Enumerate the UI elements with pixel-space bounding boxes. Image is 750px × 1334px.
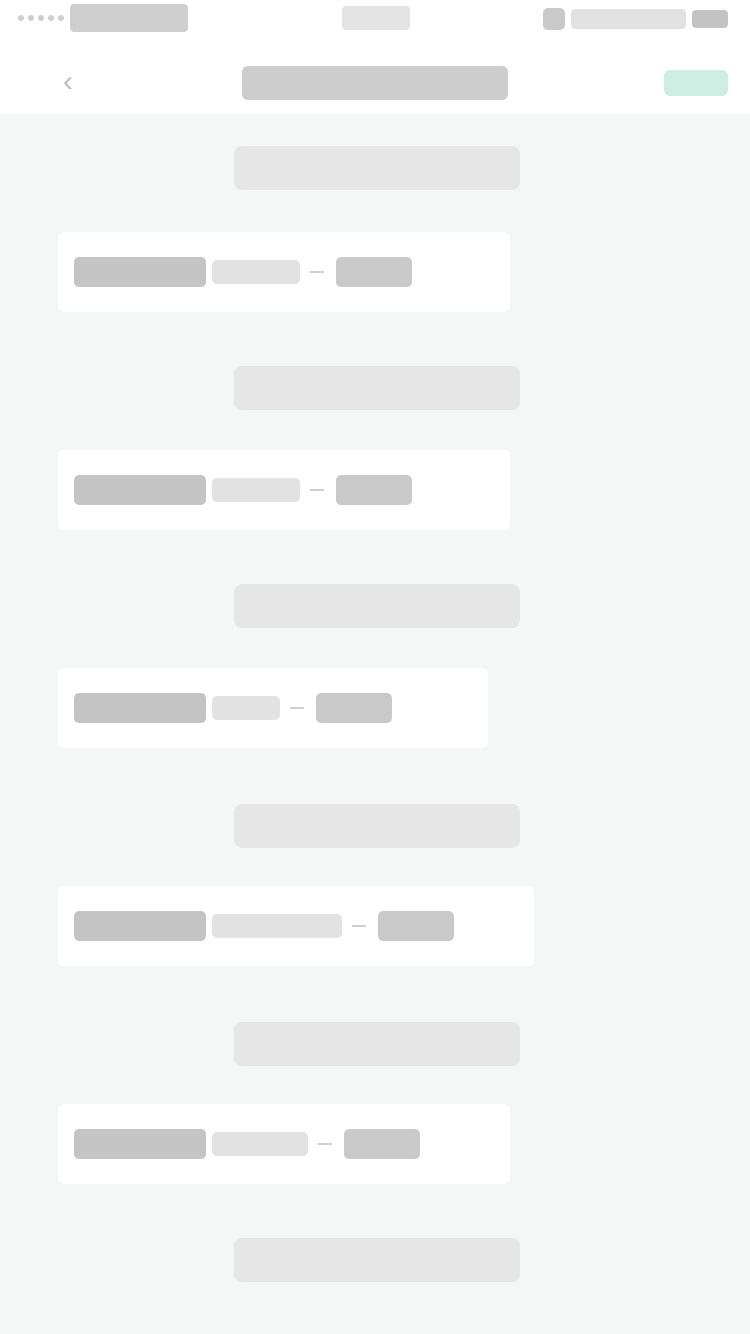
order-amount bbox=[336, 475, 412, 505]
order-code bbox=[74, 1129, 206, 1159]
order-code bbox=[74, 257, 206, 287]
separator bbox=[310, 489, 324, 491]
separator bbox=[318, 1143, 332, 1145]
nav-action-button[interactable] bbox=[664, 70, 728, 96]
timestamp-pill bbox=[234, 804, 520, 848]
order-type bbox=[212, 914, 342, 938]
status-bar bbox=[0, 0, 750, 40]
order-amount bbox=[316, 693, 392, 723]
timestamp-pill bbox=[234, 1022, 520, 1066]
list-item[interactable] bbox=[58, 232, 510, 312]
order-type bbox=[212, 1132, 308, 1156]
separator bbox=[352, 925, 366, 927]
separator bbox=[290, 707, 304, 709]
order-amount bbox=[336, 257, 412, 287]
clock bbox=[342, 6, 410, 30]
order-type bbox=[212, 260, 300, 284]
timestamp-pill bbox=[234, 146, 520, 190]
order-code bbox=[74, 911, 206, 941]
order-code bbox=[74, 693, 206, 723]
lock-icon bbox=[543, 8, 565, 30]
back-arrow-icon[interactable]: ‹ bbox=[48, 62, 88, 102]
battery-percent bbox=[571, 9, 686, 29]
timestamp-pill bbox=[234, 584, 520, 628]
nav-bar: ‹ bbox=[0, 40, 750, 114]
battery-icon bbox=[692, 10, 728, 28]
order-type bbox=[212, 696, 280, 720]
timestamp-pill bbox=[234, 366, 520, 410]
order-code bbox=[74, 475, 206, 505]
list-item[interactable] bbox=[58, 886, 534, 966]
status-right bbox=[543, 6, 728, 32]
signal-icon bbox=[18, 12, 64, 24]
carrier-label bbox=[70, 4, 188, 32]
order-amount bbox=[378, 911, 454, 941]
list-item[interactable] bbox=[58, 668, 488, 748]
list-item[interactable] bbox=[58, 450, 510, 530]
timestamp-pill bbox=[234, 1238, 520, 1282]
page-title bbox=[242, 66, 508, 100]
list-item[interactable] bbox=[58, 1104, 510, 1184]
order-amount bbox=[344, 1129, 420, 1159]
order-type bbox=[212, 478, 300, 502]
separator bbox=[310, 271, 324, 273]
